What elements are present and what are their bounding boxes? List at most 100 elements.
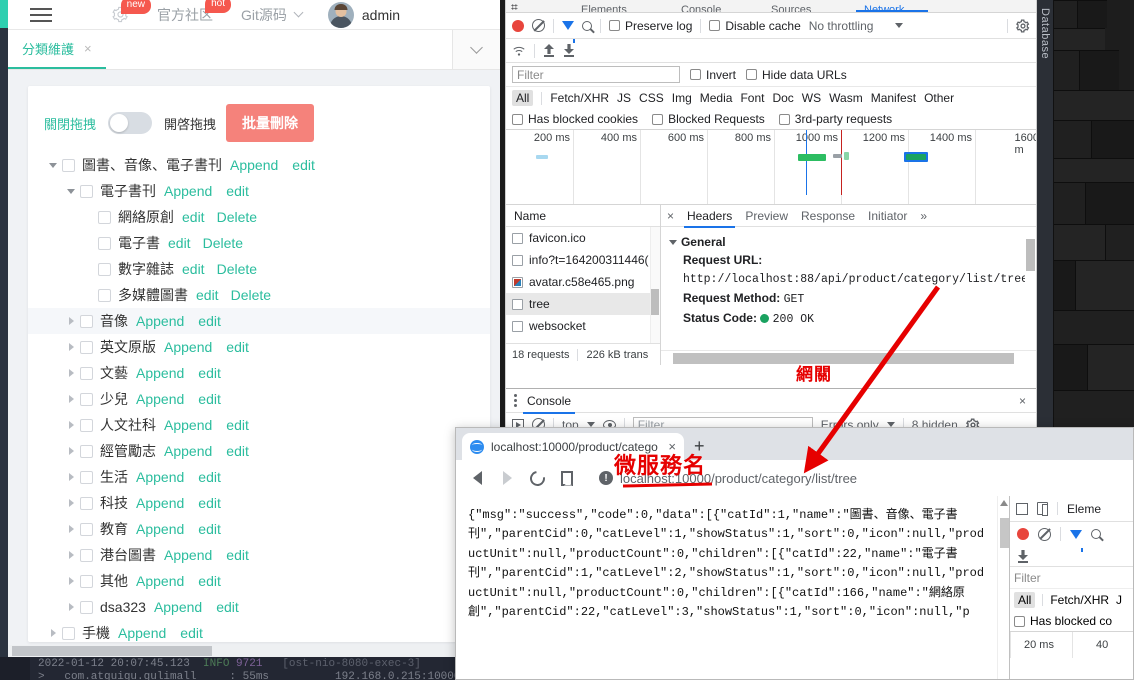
tree-delete-link[interactable]: Delete	[217, 261, 257, 277]
detail-horizontal-scrollbar[interactable]	[660, 350, 1036, 365]
chevron-down-icon[interactable]	[62, 188, 80, 194]
chevron-right-icon[interactable]	[62, 577, 80, 585]
tab-dropdown-button[interactable]	[452, 30, 500, 69]
detail-tab-preview[interactable]: Preview	[745, 209, 788, 223]
address-bar[interactable]: ! localhost:10000/product/category/list/…	[588, 466, 1127, 490]
inspect-icon[interactable]	[1016, 502, 1028, 515]
type-filter-css[interactable]: CSS	[639, 91, 664, 105]
tree-edit-link[interactable]: edit	[180, 625, 203, 641]
tree-row-checkbox[interactable]	[98, 210, 111, 224]
disable-cache-checkbox[interactable]: Disable cache	[709, 19, 801, 33]
tree-row[interactable]: 數字雜誌 edit Delete	[28, 256, 490, 282]
tree-edit-link[interactable]: edit	[226, 547, 249, 563]
tree-append-link[interactable]: Append	[136, 365, 184, 381]
browser-network-filter-input[interactable]: Filter	[1010, 567, 1133, 589]
type-filter-fetch-xhr[interactable]: Fetch/XHR	[1050, 593, 1109, 607]
search-icon[interactable]	[582, 20, 592, 31]
request-list-scrollbar[interactable]	[649, 227, 660, 343]
chevron-down-icon[interactable]	[895, 23, 904, 28]
tree-append-link[interactable]: Append	[136, 391, 184, 407]
chevron-right-icon[interactable]	[44, 629, 62, 637]
checkbox[interactable]	[609, 20, 620, 31]
tree-row[interactable]: 經管勵志 Append edit	[28, 438, 490, 464]
tree-edit-link[interactable]: edit	[198, 313, 221, 329]
tree-append-link[interactable]: Append	[164, 547, 212, 563]
tree-row-checkbox[interactable]	[98, 288, 111, 302]
invert-checkbox[interactable]: Invert	[690, 68, 736, 82]
tree-append-link[interactable]: Append	[136, 521, 184, 537]
scrollbar-thumb[interactable]	[1000, 518, 1009, 548]
hide-data-urls-checkbox[interactable]: Hide data URLs	[746, 68, 847, 82]
record-icon[interactable]	[512, 19, 524, 32]
type-filter-all[interactable]: All	[1014, 592, 1036, 608]
detail-tab-headers[interactable]: Headers	[683, 209, 736, 228]
network-conditions-icon[interactable]	[512, 45, 526, 57]
ide-tool-tab-database[interactable]: Database	[1039, 8, 1051, 59]
tree-row[interactable]: 網絡原創 edit Delete	[28, 204, 490, 230]
chevron-down-icon[interactable]	[44, 162, 62, 168]
type-filter-font[interactable]: Font	[740, 91, 764, 105]
tree-row[interactable]: 科技 Append edit	[28, 490, 490, 516]
detail-tab-overflow[interactable]: »	[920, 209, 927, 223]
type-filter-doc[interactable]: Doc	[772, 91, 793, 105]
tree-edit-link[interactable]: edit	[226, 183, 249, 199]
tree-delete-link[interactable]: Delete	[231, 287, 271, 303]
tree-row[interactable]: 電子書 edit Delete	[28, 230, 490, 256]
tree-append-link[interactable]: Append	[164, 339, 212, 355]
type-filter-all[interactable]: All	[512, 90, 534, 106]
tree-edit-link[interactable]: edit	[182, 261, 205, 277]
tree-row-checkbox[interactable]	[80, 366, 93, 380]
tree-edit-link[interactable]: edit	[292, 157, 315, 173]
tree-append-link[interactable]: Append	[136, 495, 184, 511]
checkbox[interactable]	[709, 20, 721, 31]
tree-edit-link[interactable]: edit	[226, 417, 249, 433]
tree-row[interactable]: dsa323 Append edit	[28, 594, 490, 620]
tree-edit-link[interactable]: edit	[198, 469, 221, 485]
chevron-right-icon[interactable]	[62, 421, 80, 429]
not-secure-icon[interactable]: !	[599, 471, 613, 485]
chevron-right-icon[interactable]	[62, 369, 80, 377]
tree-edit-link[interactable]: edit	[198, 521, 221, 537]
tree-row-checkbox[interactable]	[80, 522, 93, 536]
column-header-name[interactable]: Name	[506, 205, 660, 227]
tree-row-checkbox[interactable]	[80, 392, 93, 406]
browser-devtools-tab-elements[interactable]: Eleme	[1067, 502, 1101, 516]
checkbox[interactable]	[690, 69, 701, 80]
tree-append-link[interactable]: Append	[164, 183, 212, 199]
request-row[interactable]: tree	[506, 293, 660, 315]
preserve-log-checkbox[interactable]: Preserve log	[609, 19, 692, 33]
checkbox[interactable]	[778, 113, 790, 125]
tree-edit-link[interactable]: edit	[182, 209, 205, 225]
close-icon[interactable]: ×	[668, 439, 676, 454]
tree-edit-link[interactable]: edit	[216, 599, 239, 615]
tree-row[interactable]: 音像 Append edit	[28, 308, 490, 334]
clear-icon[interactable]	[1038, 527, 1051, 541]
inspect-icon[interactable]: ⌗	[511, 0, 518, 12]
tree-row[interactable]: 教育 Append edit	[28, 516, 490, 542]
tree-row[interactable]: 人文社科 Append edit	[28, 412, 490, 438]
reload-button[interactable]	[522, 463, 552, 493]
chevron-right-icon[interactable]	[62, 525, 80, 533]
devtools-tab-console[interactable]: Console	[681, 4, 721, 12]
network-filter-input[interactable]: Filter	[512, 66, 680, 83]
general-section-header[interactable]: General	[668, 233, 1028, 251]
ide-sidebar-rail[interactable]: Database	[1035, 0, 1054, 500]
browser-tab[interactable]: localhost:10000/product/catego ×	[462, 433, 684, 460]
settings-nav-item[interactable]: new	[112, 0, 151, 23]
hamburger-icon[interactable]	[30, 7, 52, 22]
funnel-icon[interactable]	[1070, 529, 1083, 552]
gear-icon[interactable]	[1016, 19, 1030, 33]
tree-edit-link[interactable]: edit	[198, 365, 221, 381]
tree-edit-link[interactable]: edit	[198, 573, 221, 589]
tree-row-checkbox[interactable]	[80, 600, 93, 614]
export-har-icon[interactable]	[1017, 549, 1029, 563]
checkbox[interactable]	[512, 113, 523, 125]
tree-edit-link[interactable]: edit	[198, 391, 221, 407]
tree-row[interactable]: 電子書刊 Append edit	[28, 178, 490, 204]
tree-row-checkbox[interactable]	[80, 574, 93, 588]
tree-delete-link[interactable]: Delete	[203, 235, 243, 251]
checkbox[interactable]	[746, 69, 758, 80]
record-icon[interactable]	[1017, 528, 1029, 540]
tree-append-link[interactable]: Append	[230, 157, 278, 173]
scrollbar-thumb[interactable]	[1026, 239, 1035, 271]
